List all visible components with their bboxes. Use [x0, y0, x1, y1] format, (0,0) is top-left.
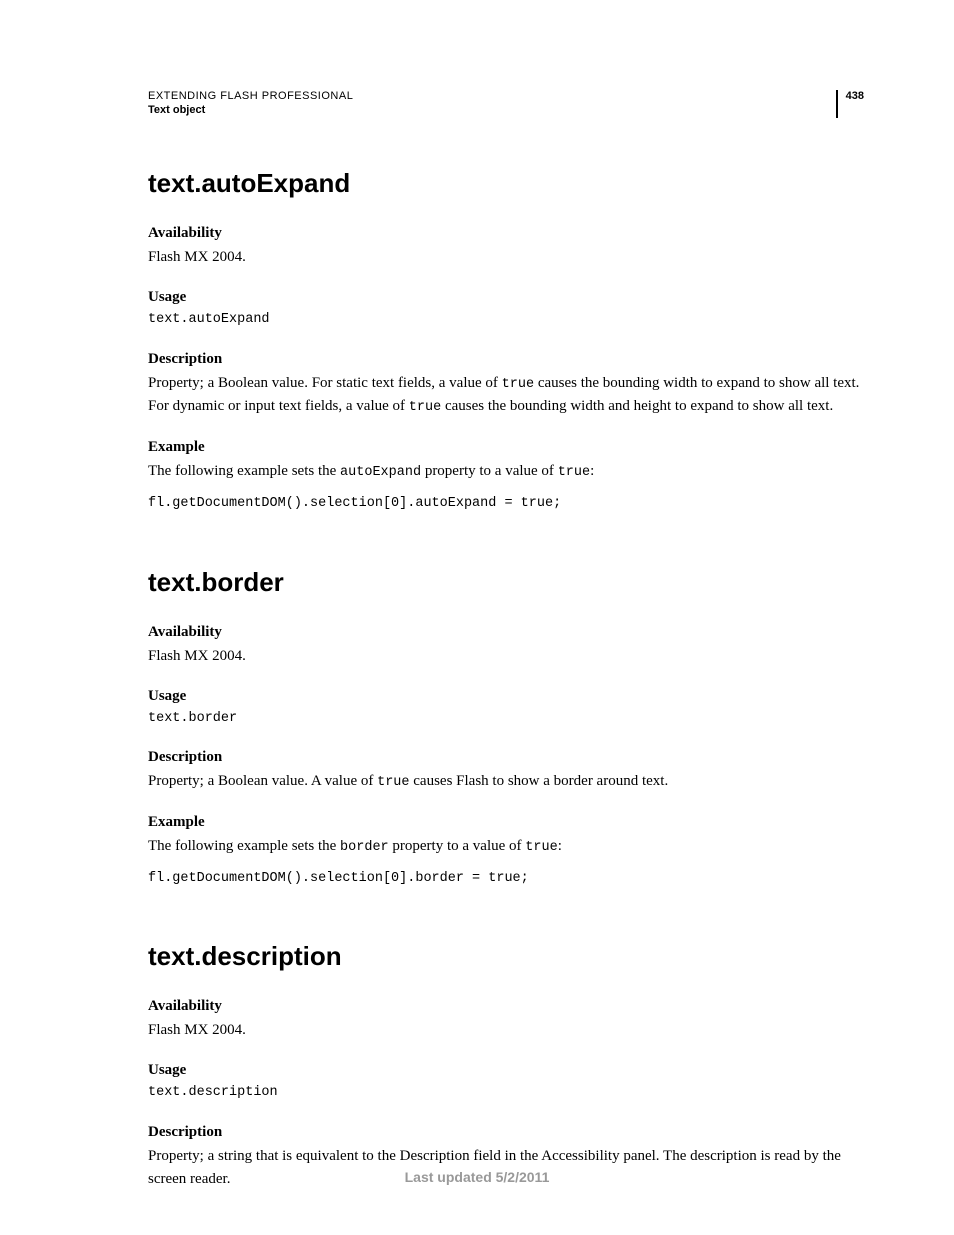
section-title: text.autoExpand	[148, 168, 864, 199]
desc-pre: Property; a Boolean value. For static te…	[148, 375, 502, 391]
ex-val: true	[525, 840, 557, 855]
ex-val: true	[558, 465, 590, 480]
doc-subtitle: Text object	[148, 104, 353, 116]
example-label: Example	[148, 439, 864, 456]
ex-pre: The following example sets the	[148, 838, 340, 854]
header-left: EXTENDING FLASH PROFESSIONAL Text object	[148, 90, 353, 116]
availability-block: Availability Flash MX 2004.	[148, 624, 864, 668]
usage-label: Usage	[148, 688, 864, 705]
usage-code: text.border	[148, 709, 864, 729]
ex-prop: autoExpand	[340, 465, 421, 480]
description-text: Property; a Boolean value. A value of tr…	[148, 770, 864, 794]
example-code: fl.getDocumentDOM().selection[0].autoExp…	[148, 494, 864, 514]
availability-text: Flash MX 2004.	[148, 1019, 864, 1042]
desc-code1: true	[377, 775, 409, 790]
usage-block: Usage text.description	[148, 1062, 864, 1103]
availability-label: Availability	[148, 998, 864, 1015]
description-label: Description	[148, 749, 864, 766]
usage-label: Usage	[148, 1062, 864, 1079]
section-title: text.description	[148, 941, 864, 972]
usage-code: text.autoExpand	[148, 310, 864, 330]
ex-prop: border	[340, 840, 389, 855]
availability-block: Availability Flash MX 2004.	[148, 998, 864, 1042]
description-label: Description	[148, 1124, 864, 1141]
section-auto-expand: text.autoExpand Availability Flash MX 20…	[148, 168, 864, 515]
desc-pre: Property; a Boolean value. A value of	[148, 773, 377, 789]
usage-block: Usage text.border	[148, 688, 864, 729]
ex-pre: The following example sets the	[148, 463, 340, 479]
page-header: EXTENDING FLASH PROFESSIONAL Text object…	[148, 90, 864, 118]
doc-title: EXTENDING FLASH PROFESSIONAL	[148, 90, 353, 102]
page-content: EXTENDING FLASH PROFESSIONAL Text object…	[0, 0, 954, 1191]
ex-post: :	[558, 838, 562, 854]
footer-updated: Last updated 5/2/2011	[0, 1169, 954, 1185]
ex-mid: property to a value of	[421, 463, 558, 479]
section-border: text.border Availability Flash MX 2004. …	[148, 567, 864, 890]
section-title: text.border	[148, 567, 864, 598]
example-block: Example The following example sets the b…	[148, 814, 864, 889]
description-label: Description	[148, 351, 864, 368]
section-description: text.description Availability Flash MX 2…	[148, 941, 864, 1191]
example-label: Example	[148, 814, 864, 831]
availability-label: Availability	[148, 225, 864, 242]
example-block: Example The following example sets the a…	[148, 439, 864, 514]
usage-block: Usage text.autoExpand	[148, 289, 864, 330]
availability-text: Flash MX 2004.	[148, 246, 864, 269]
desc-code1: true	[502, 377, 534, 392]
desc-post: causes Flash to show a border around tex…	[410, 773, 669, 789]
availability-label: Availability	[148, 624, 864, 641]
ex-mid: property to a value of	[389, 838, 526, 854]
desc-post: causes the bounding width and height to …	[441, 398, 833, 414]
usage-code: text.description	[148, 1083, 864, 1103]
ex-post: :	[590, 463, 594, 479]
example-code: fl.getDocumentDOM().selection[0].border …	[148, 869, 864, 889]
example-text: The following example sets the border pr…	[148, 835, 864, 859]
description-block: Description Property; a Boolean value. F…	[148, 351, 864, 420]
availability-text: Flash MX 2004.	[148, 645, 864, 668]
page-number: 438	[846, 90, 864, 102]
description-text: Property; a Boolean value. For static te…	[148, 372, 864, 420]
usage-label: Usage	[148, 289, 864, 306]
description-block: Description Property; a Boolean value. A…	[148, 749, 864, 794]
page-number-wrap: 438	[836, 90, 864, 118]
desc-code2: true	[409, 400, 441, 415]
example-text: The following example sets the autoExpan…	[148, 460, 864, 484]
availability-block: Availability Flash MX 2004.	[148, 225, 864, 269]
